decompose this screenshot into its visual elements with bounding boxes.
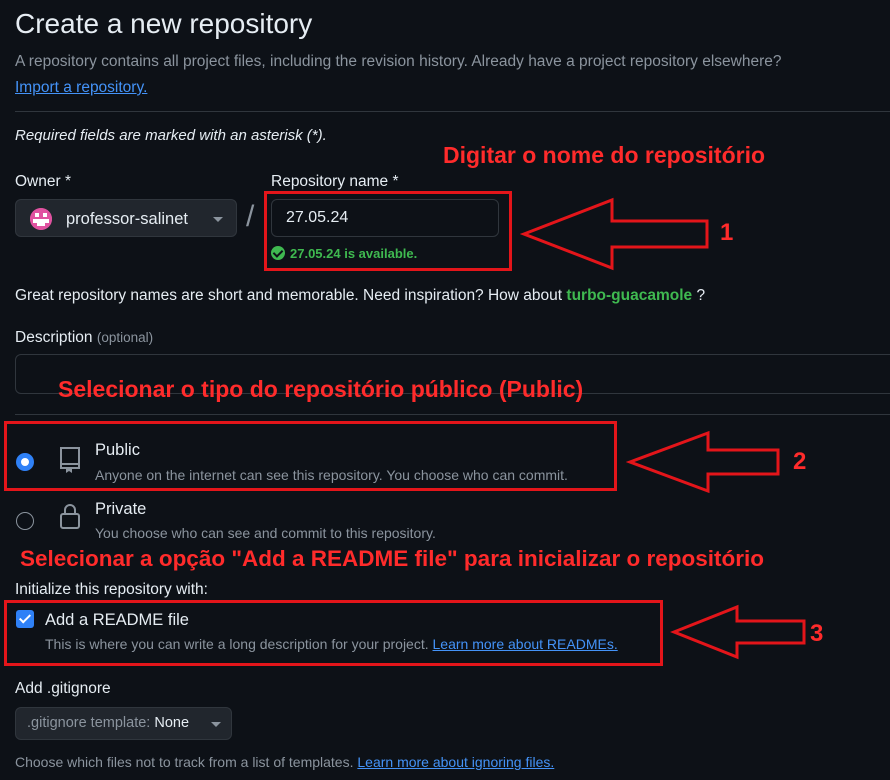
suggested-name[interactable]: turbo-guacamole: [566, 287, 692, 304]
description-label: Description (optional): [15, 329, 153, 347]
page-title: Create a new repository: [15, 8, 313, 39]
page-subtitle: A repository contains all project files,…: [15, 53, 782, 70]
annotation-text-2: Selecionar o tipo do repositório público…: [58, 376, 584, 402]
divider: [15, 414, 890, 415]
chevron-down-icon: [211, 722, 221, 727]
annotation-box-2: [4, 421, 617, 491]
avatar: [30, 208, 52, 230]
annotation-box-3: [4, 600, 663, 666]
import-repository-link[interactable]: Import a repository.: [15, 79, 147, 97]
slash-separator: /: [246, 200, 255, 233]
name-suggestion: Great repository names are short and mem…: [15, 287, 705, 305]
description-label-text: Description: [15, 329, 93, 346]
repository-name-label: Repository name *: [271, 173, 399, 190]
annotation-number-3: 3: [810, 620, 824, 647]
gitignore-label: Add .gitignore: [15, 680, 111, 697]
lock-icon: [60, 504, 80, 529]
arrow-left-icon: [626, 430, 780, 494]
annotation-text-3: Selecionar a opção "Add a README file" p…: [20, 546, 765, 571]
owner-name: professor-salinet: [66, 210, 188, 228]
initialize-heading: Initialize this repository with:: [15, 581, 208, 598]
optional-tag: (optional): [96, 330, 154, 345]
gitignore-help-text: Choose which files not to track from a l…: [15, 754, 354, 770]
private-title: Private: [95, 500, 147, 518]
annotation-number-1: 1: [720, 219, 734, 246]
private-description: You choose who can see and commit to thi…: [95, 525, 436, 541]
divider: [15, 111, 890, 112]
required-fields-note: Required fields are marked with an aster…: [15, 127, 327, 144]
annotation-box-1: [264, 191, 512, 271]
annotation-number-2: 2: [793, 448, 807, 475]
private-radio[interactable]: [16, 512, 34, 530]
owner-dropdown[interactable]: professor-salinet: [15, 199, 237, 237]
arrow-left-icon: [520, 197, 709, 271]
gitignore-template-text: .gitignore template: None: [27, 715, 189, 731]
owner-label: Owner *: [15, 173, 71, 190]
suggestion-text: Great repository names are short and mem…: [15, 287, 563, 304]
gitignore-learn-more-link[interactable]: Learn more about ignoring files.: [357, 754, 554, 770]
gitignore-template-prefix: .gitignore template:: [27, 715, 151, 731]
chevron-down-icon: [213, 217, 223, 222]
annotation-text-1: Digitar o nome do repositório: [443, 142, 766, 168]
gitignore-template-dropdown[interactable]: .gitignore template: None: [15, 707, 232, 740]
gitignore-template-value: None: [154, 715, 190, 731]
gitignore-help: Choose which files not to track from a l…: [15, 754, 554, 770]
arrow-left-icon: [670, 604, 806, 660]
suggestion-end: ?: [696, 287, 706, 304]
